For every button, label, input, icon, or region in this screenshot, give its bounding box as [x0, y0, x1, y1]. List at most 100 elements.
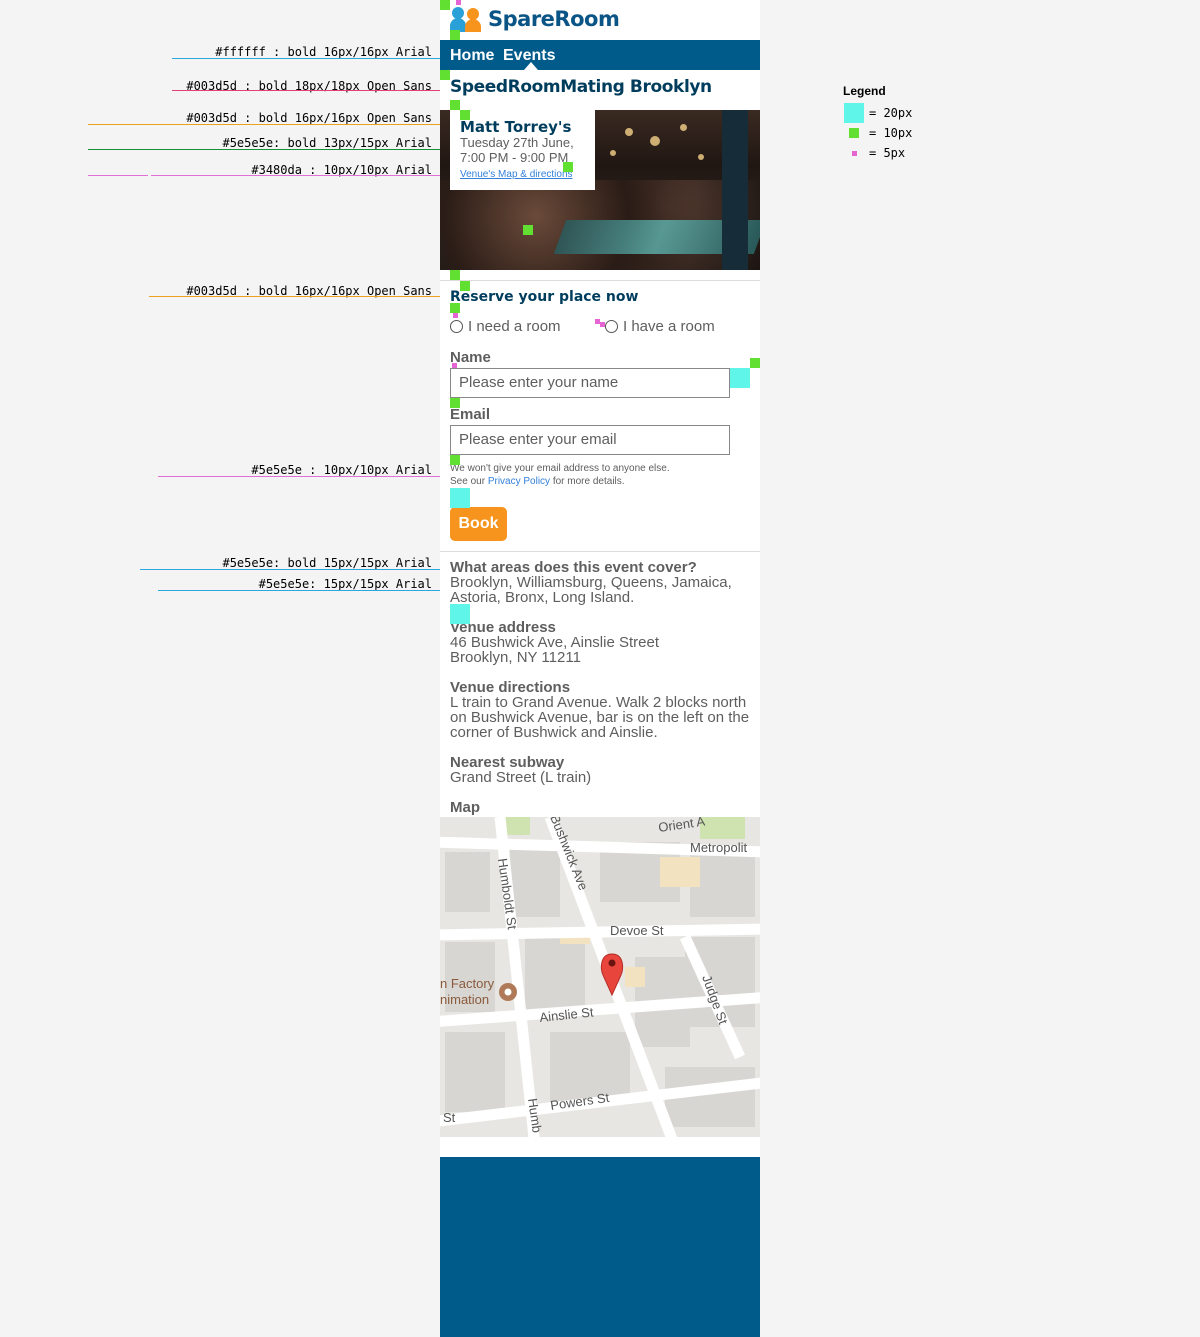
subway-section: Nearest subway Grand Street (L train): [450, 755, 755, 785]
spacing-marker: [450, 398, 460, 408]
venue-name: Matt Torrey's: [460, 118, 572, 136]
annotation-nav-font: #ffffff : bold 16px/16px Arial: [215, 45, 432, 59]
spacing-marker: [730, 368, 750, 388]
annotation-body-font: #5e5e5e: 15px/15px Arial: [258, 577, 432, 591]
name-field-box: [450, 368, 730, 398]
email-input[interactable]: [451, 426, 727, 452]
annotation-line: [158, 476, 485, 477]
spacing-marker: [450, 30, 460, 40]
directions-line: on Bushwick Avenue, bar is on the left o…: [450, 709, 750, 726]
radio-need-room-label: I need a room: [468, 318, 561, 335]
spacing-marker: [450, 455, 460, 465]
map-label-devoe: Devoe St: [610, 923, 664, 938]
nav-home[interactable]: Home: [450, 47, 494, 65]
areas-line: Brooklyn, Williamsburg, Queens, Jamaica,: [450, 574, 732, 591]
spacing-marker: [456, 0, 461, 5]
legend-item-5px: = 5px: [843, 146, 905, 160]
annotation-line: [149, 296, 484, 297]
map-label-metropolitan: Metropolit: [690, 840, 747, 855]
logo-text: SpareRoom: [488, 7, 620, 31]
privacy-note: We won't give your email address to anyo…: [450, 462, 670, 488]
annotation-note-font: #5e5e5e : 10px/10px Arial: [251, 463, 432, 477]
annotation-venue-font: #003d5d : bold 16px/16px Open Sans: [186, 111, 432, 125]
directions-title: Venue directions: [450, 679, 571, 696]
directions-line: L train to Grand Avenue. Walk 2 blocks n…: [450, 694, 747, 711]
radio-circle-icon[interactable]: [450, 320, 463, 333]
legend-item-20px: = 20px: [843, 103, 912, 123]
map-poi-line2: nimation: [440, 992, 489, 1007]
radio-circle-icon[interactable]: [605, 320, 618, 333]
annotation-line: [88, 175, 148, 176]
book-button[interactable]: Book: [450, 507, 507, 541]
areas-title: What areas does this event cover?: [450, 559, 697, 576]
subway-title: Nearest subway: [450, 754, 565, 771]
annotation-line: [88, 149, 458, 150]
radio-need-room[interactable]: I need a room: [450, 318, 561, 335]
annotation-line: [172, 90, 485, 91]
venue-card: Matt Torrey's Tuesday 27th June, 7:00 PM…: [450, 110, 595, 190]
map-label-st: St: [443, 1110, 456, 1125]
venue-map[interactable]: Bushwick Ave Humboldt St Humb Devoe St J…: [440, 817, 760, 1137]
mobile-page: SpareRoom Home Events SpeedRoomMating Br…: [440, 0, 760, 1337]
annotation-heading-font: #5e5e5e: bold 15px/15px Arial: [222, 556, 432, 570]
map-poi-line1: n Factory: [440, 976, 495, 991]
subway-value: Grand Street (L train): [450, 769, 592, 786]
address-line: Brooklyn, NY 11211: [450, 649, 581, 666]
spacing-marker: [750, 358, 760, 368]
divider: [440, 551, 760, 552]
reserve-title: Reserve your place now: [450, 289, 639, 305]
privacy-policy-link[interactable]: Privacy Policy: [488, 476, 550, 487]
annotation-line: [88, 124, 494, 125]
spacing-marker: [440, 70, 450, 80]
address-title: Venue address: [450, 619, 556, 636]
pink-swatch: [851, 150, 857, 156]
radio-have-room-label: I have a room: [623, 318, 715, 335]
name-input[interactable]: [451, 369, 727, 395]
annotation-line: [151, 175, 461, 176]
event-date: Tuesday 27th June, 7:00 PM - 9:00 PM: [460, 135, 574, 165]
map-section-title-wrap: Map: [450, 800, 755, 815]
legend-title: Legend: [843, 84, 886, 98]
spacing-marker: [453, 313, 458, 318]
annotation-line: [140, 569, 485, 570]
event-title: SpeedRoomMating Brooklyn: [450, 77, 712, 97]
venue-map-link[interactable]: Venue's Map & directions: [460, 169, 573, 180]
legend-item-10px: = 10px: [843, 126, 912, 140]
page-footer: [440, 1157, 760, 1337]
directions-section: Venue directions L train to Grand Avenue…: [450, 680, 755, 740]
privacy-note-see: See our: [450, 476, 486, 487]
spacing-marker: [450, 488, 470, 508]
annotation-date-font: #5e5e5e: bold 13px/15px Arial: [222, 136, 432, 150]
divider: [440, 280, 760, 281]
logo[interactable]: SpareRoom: [450, 4, 620, 34]
areas-section: What areas does this event cover? Brookl…: [450, 560, 755, 605]
cyan-swatch: [844, 103, 864, 123]
radio-have-room[interactable]: I have a room: [605, 318, 715, 335]
green-swatch: [849, 128, 859, 138]
spacing-marker: [450, 100, 460, 110]
areas-line: Astoria, Bronx, Long Island.: [450, 589, 635, 606]
address-section: Venue address 46 Bushwick Ave, Ainslie S…: [450, 620, 755, 665]
spacing-marker: [450, 303, 460, 313]
active-caret-icon: [524, 62, 538, 70]
spacing-marker: [452, 363, 457, 368]
directions-line: corner of Bushwick and Ainslie.: [450, 724, 658, 741]
spacing-marker: [450, 604, 470, 624]
map-canvas: Bushwick Ave Humboldt St Humb Devoe St J…: [440, 817, 760, 1137]
spacing-marker: [450, 270, 460, 280]
email-label: Email: [450, 406, 491, 423]
spacing-marker: [460, 281, 470, 291]
email-field-box: [450, 425, 730, 455]
spacing-marker: [600, 322, 605, 327]
privacy-note-tail: for more details.: [552, 476, 625, 487]
map-title: Map: [450, 799, 480, 816]
people-logo-icon: [450, 5, 486, 33]
address-line: 46 Bushwick Ave, Ainslie Street: [450, 634, 660, 651]
privacy-note-line: We won't give your email address to anyo…: [450, 463, 670, 474]
spacing-marker: [563, 162, 573, 172]
main-nav: Home Events: [440, 40, 760, 70]
event-time: 7:00 PM - 9:00 PM: [460, 150, 569, 165]
spacing-marker: [523, 225, 533, 235]
event-date-line: Tuesday 27th June,: [460, 135, 574, 150]
spacing-marker: [440, 0, 450, 10]
